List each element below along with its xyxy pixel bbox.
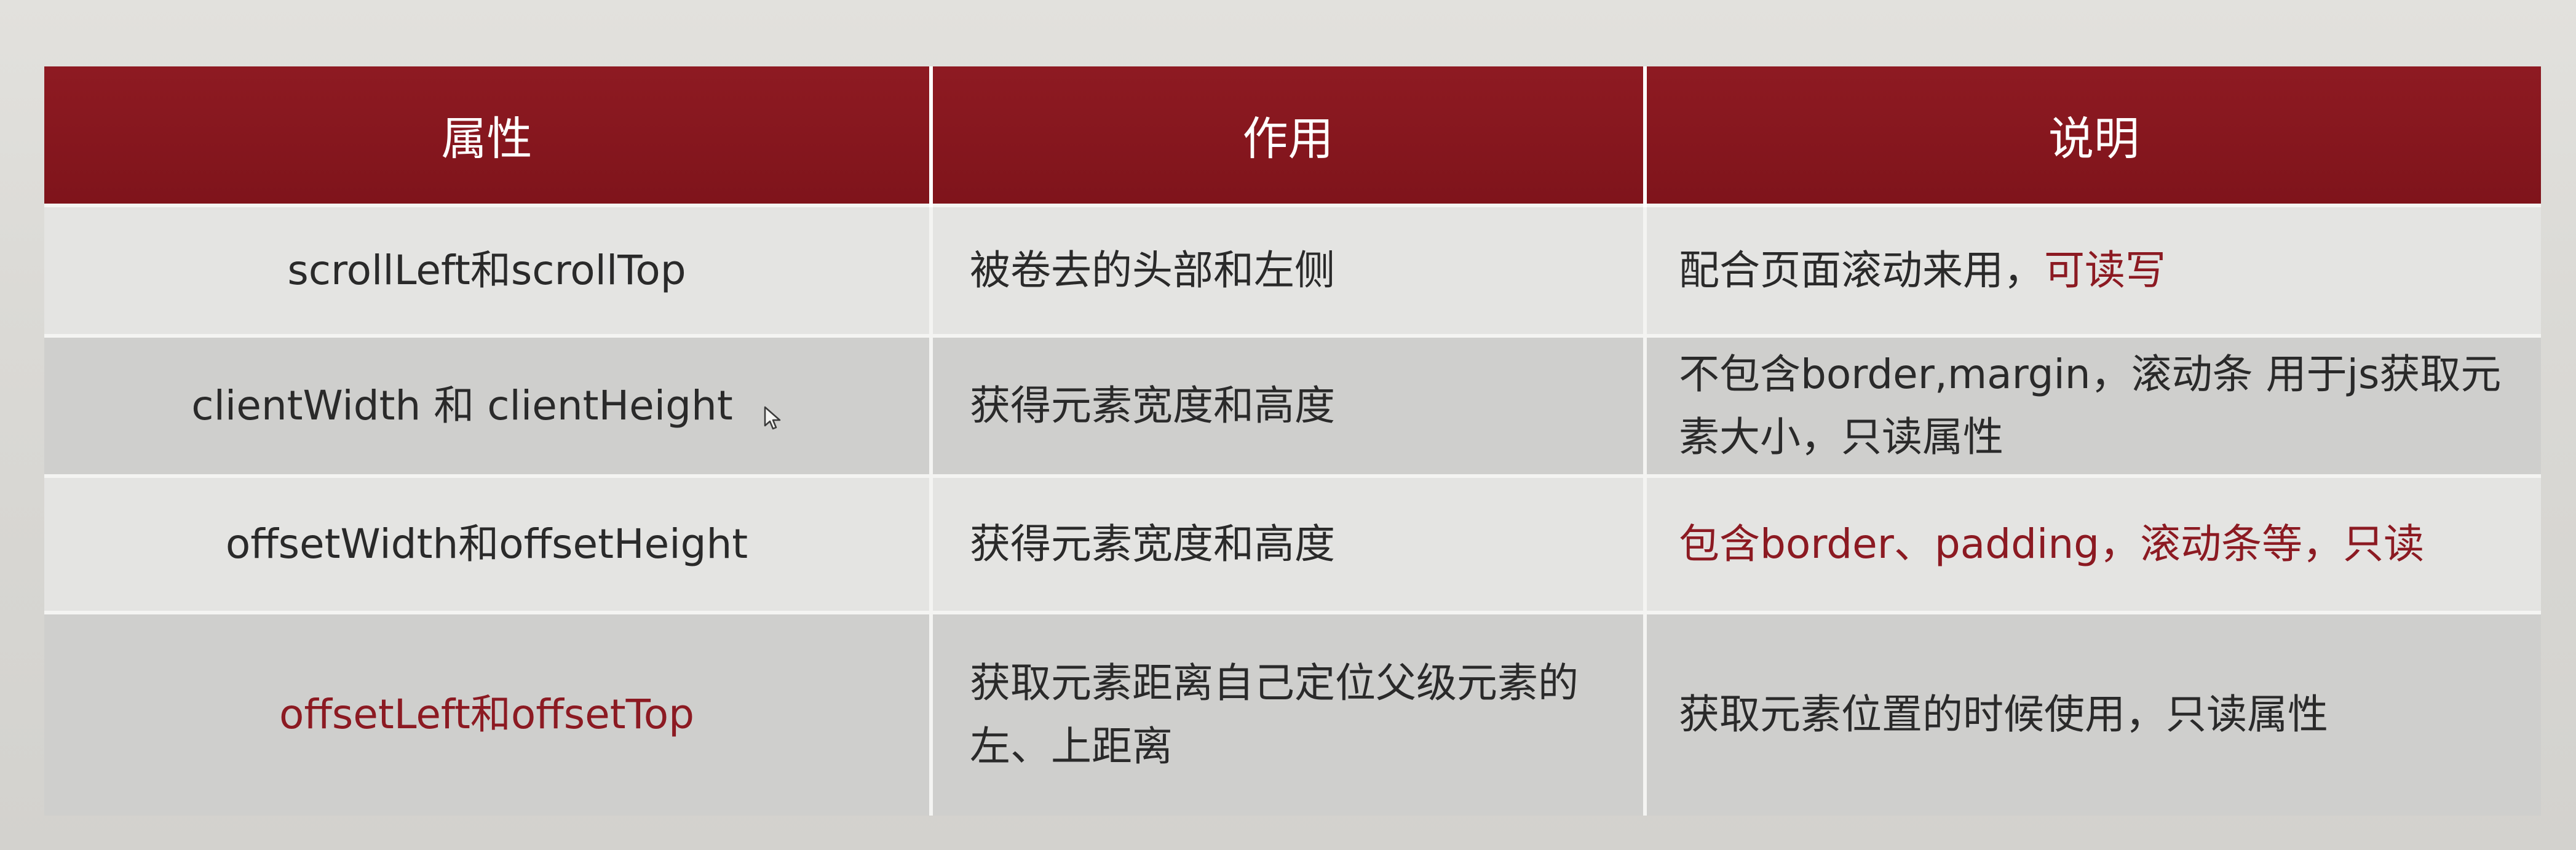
- cell-property: clientWidth 和 clientHeight: [44, 334, 933, 476]
- purpose-text: 获得元素宽度和高度: [970, 520, 1335, 568]
- cell-property: scrollLeft和scrollTop: [44, 204, 933, 336]
- cell-note: 不包含border,margin，滚动条 用于js获取元素大小，只读属性: [1645, 334, 2541, 476]
- property-name: offsetWidth和offsetHeight: [225, 520, 748, 568]
- header-property: 属性: [44, 66, 933, 205]
- header-note: 说明: [1645, 66, 2541, 205]
- table-header-row: 属性 作用 说明: [44, 66, 2541, 205]
- purpose-text: 被卷去的头部和左侧: [970, 246, 1335, 294]
- cell-purpose: 获得元素宽度和高度: [931, 474, 1647, 613]
- note-text: 包含border、padding，滚动条等，只读: [1679, 520, 2425, 568]
- purpose-text: 获得元素宽度和高度: [970, 381, 1335, 429]
- table-row: clientWidth 和 clientHeight 获得元素宽度和高度 不包含…: [44, 334, 2541, 476]
- note-text: 配合页面滚动来用，: [1679, 246, 2044, 294]
- table-row: offsetWidth和offsetHeight 获得元素宽度和高度 包含bor…: [44, 474, 2541, 613]
- property-name: clientWidth 和 clientHeight: [191, 381, 733, 429]
- properties-table: 属性 作用 说明 scrollLeft和scrollTop 被卷去的头部和左侧 …: [44, 66, 2541, 816]
- purpose-text: 获取元素距离自己定位父级元素的左、上距离: [970, 659, 1579, 770]
- properties-table-container: 属性 作用 说明 scrollLeft和scrollTop 被卷去的头部和左侧 …: [44, 66, 2541, 816]
- cell-purpose: 获取元素距离自己定位父级元素的左、上距离: [931, 611, 1647, 816]
- cell-purpose: 被卷去的头部和左侧: [931, 204, 1647, 336]
- note-text: 获取元素位置的时候使用，只读属性: [1679, 691, 2328, 739]
- table-row: scrollLeft和scrollTop 被卷去的头部和左侧 配合页面滚动来用，…: [44, 204, 2541, 336]
- cell-purpose: 获得元素宽度和高度: [931, 334, 1647, 476]
- cell-property: offsetWidth和offsetHeight: [44, 474, 933, 613]
- note-text: 不包含border,margin，滚动条 用于js获取元素大小，只读属性: [1679, 350, 2502, 461]
- note-highlight: 可读写: [2044, 246, 2166, 294]
- table-row: offsetLeft和offsetTop 获取元素距离自己定位父级元素的左、上距…: [44, 611, 2541, 816]
- cell-property: offsetLeft和offsetTop: [44, 611, 933, 816]
- mouse-pointer-icon: [764, 406, 782, 431]
- header-purpose: 作用: [931, 66, 1647, 205]
- property-name: offsetLeft和offsetTop: [279, 691, 694, 739]
- property-name: scrollLeft和scrollTop: [287, 246, 686, 294]
- cell-note: 包含border、padding，滚动条等，只读: [1645, 474, 2541, 613]
- cell-note: 获取元素位置的时候使用，只读属性: [1645, 611, 2541, 816]
- cell-note: 配合页面滚动来用，可读写: [1645, 204, 2541, 336]
